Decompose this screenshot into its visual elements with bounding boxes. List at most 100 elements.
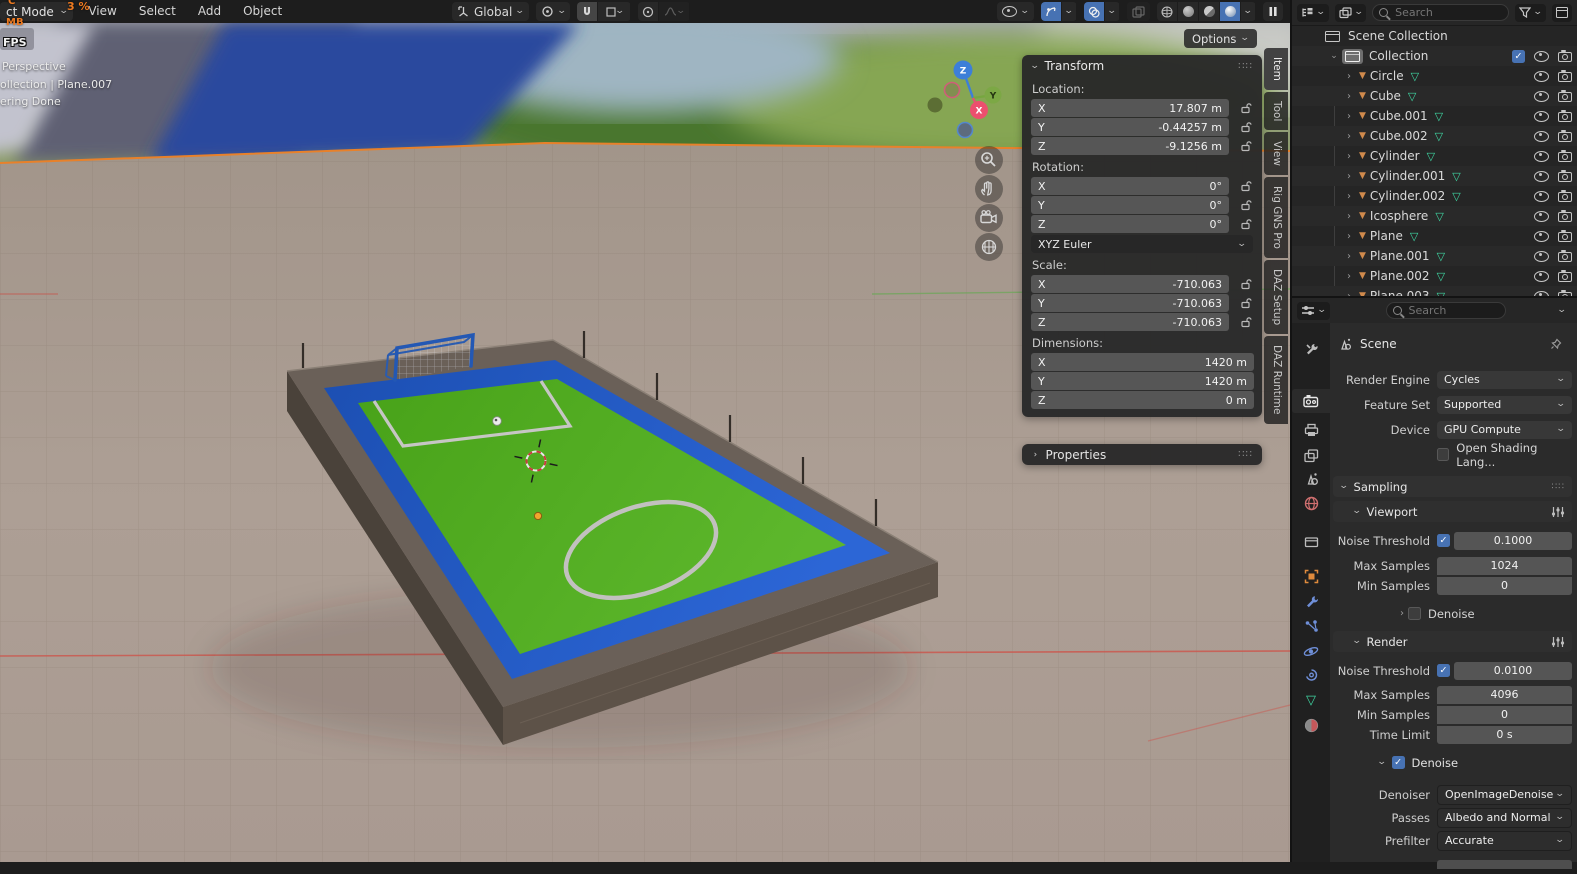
expand-chevron-icon[interactable]: › bbox=[1343, 191, 1355, 202]
transform-panel-header[interactable]: ⌄ Transform ∷∷ bbox=[1022, 55, 1262, 77]
passes-dropdown[interactable]: Albedo and Normal ⌄ bbox=[1437, 807, 1572, 828]
tab-collection[interactable] bbox=[1292, 530, 1330, 554]
tab-tool[interactable]: Tool bbox=[1264, 91, 1288, 131]
snap-toggle[interactable] bbox=[577, 2, 599, 21]
camera-visibility-icon[interactable] bbox=[1558, 70, 1572, 82]
noise-threshold-field[interactable]: 0.0100 bbox=[1454, 661, 1572, 680]
camera-visibility-icon[interactable] bbox=[1558, 210, 1572, 222]
list-item[interactable]: › ▼ Cylinder ▽ bbox=[1292, 146, 1577, 166]
show-gizmos-toggle[interactable] bbox=[1041, 2, 1062, 21]
orthographic-toggle-button[interactable] bbox=[975, 233, 1003, 261]
gizmo-z-label[interactable]: Z bbox=[960, 67, 967, 77]
min-samples-field[interactable]: 0 bbox=[1437, 705, 1572, 724]
rotation-x-field[interactable]: X 0° bbox=[1031, 177, 1229, 195]
expand-chevron-icon[interactable]: › bbox=[1343, 271, 1355, 282]
camera-visibility-icon[interactable] bbox=[1558, 170, 1572, 182]
camera-visibility-icon[interactable] bbox=[1558, 190, 1572, 202]
3d-viewport[interactable]: Z Y X ct Mode ⌄ View Select Add Object G… bbox=[0, 0, 1290, 862]
hide-eye-icon[interactable] bbox=[1534, 130, 1549, 142]
device-dropdown[interactable]: GPU Compute ⌄ bbox=[1437, 420, 1572, 439]
transform-orientation-dropdown[interactable]: Global ⌄ bbox=[452, 2, 529, 21]
tab-modifiers[interactable] bbox=[1292, 589, 1330, 613]
collection-row[interactable]: ⌄ Collection ✓ bbox=[1292, 46, 1577, 66]
lock-icon[interactable] bbox=[1238, 316, 1254, 328]
expand-chevron-icon[interactable]: › bbox=[1343, 231, 1355, 242]
lock-icon[interactable] bbox=[1238, 121, 1254, 133]
expand-chevron-icon[interactable]: › bbox=[1343, 151, 1355, 162]
presets-icon[interactable] bbox=[1551, 506, 1565, 518]
tab-world[interactable] bbox=[1292, 491, 1330, 515]
tab-data[interactable]: ▽ bbox=[1292, 688, 1330, 712]
pin-icon[interactable] bbox=[1550, 338, 1562, 350]
camera-visibility-icon[interactable] bbox=[1558, 130, 1572, 142]
options-button[interactable]: Options ⌄ bbox=[1184, 29, 1257, 48]
list-item[interactable]: › ▼ Cylinder.002 ▽ bbox=[1292, 186, 1577, 206]
camera-visibility-icon[interactable] bbox=[1558, 230, 1572, 242]
camera-visibility-icon[interactable] bbox=[1558, 90, 1572, 102]
min-samples-field[interactable]: 0 bbox=[1437, 576, 1572, 595]
expand-chevron-icon[interactable]: › bbox=[1343, 71, 1355, 82]
presets-icon[interactable] bbox=[1551, 636, 1565, 648]
object-origin-dot[interactable] bbox=[533, 511, 543, 521]
proportional-falloff-dropdown[interactable]: ⌄ bbox=[659, 2, 691, 21]
expand-chevron-icon[interactable]: › bbox=[1343, 171, 1355, 182]
menu-add[interactable]: Add bbox=[187, 0, 232, 23]
properties-collapsed-panel[interactable]: ⌄ Properties ∷∷ bbox=[1022, 444, 1262, 465]
location-z-field[interactable]: Z -9.1256 m bbox=[1031, 137, 1229, 155]
xray-toggle[interactable] bbox=[1127, 2, 1150, 21]
dimensions-y-field[interactable]: Y 1420 m bbox=[1031, 372, 1254, 390]
tab-particles[interactable] bbox=[1292, 614, 1330, 638]
lock-icon[interactable] bbox=[1238, 102, 1254, 114]
max-samples-field[interactable]: 1024 bbox=[1437, 556, 1572, 575]
snap-mode-dropdown[interactable]: ⌄ bbox=[598, 2, 632, 21]
lock-icon[interactable] bbox=[1238, 218, 1254, 230]
time-limit-field[interactable]: 0 s bbox=[1437, 725, 1572, 744]
hide-eye-icon[interactable] bbox=[1534, 70, 1549, 82]
clipped-field[interactable] bbox=[1437, 860, 1572, 869]
feature-set-dropdown[interactable]: Supported ⌄ bbox=[1437, 395, 1572, 414]
tab-object[interactable] bbox=[1292, 564, 1330, 588]
outliner-search[interactable] bbox=[1372, 4, 1510, 21]
tab-item[interactable]: Item bbox=[1264, 48, 1288, 90]
viewport-subpanel-header[interactable]: ⌄ Viewport bbox=[1333, 501, 1572, 522]
list-item[interactable]: › ▼ Cube ▽ bbox=[1292, 86, 1577, 106]
shading-material-button[interactable] bbox=[1199, 2, 1220, 21]
menu-object[interactable]: Object bbox=[232, 0, 293, 23]
lock-icon[interactable] bbox=[1238, 278, 1254, 290]
pan-hand-button[interactable] bbox=[975, 175, 1003, 203]
properties-search[interactable] bbox=[1385, 302, 1506, 319]
osl-checkbox[interactable] bbox=[1437, 448, 1450, 461]
expand-chevron-icon[interactable]: › bbox=[1343, 111, 1355, 122]
location-y-field[interactable]: Y -0.44257 m bbox=[1031, 118, 1229, 136]
lock-icon[interactable] bbox=[1238, 199, 1254, 211]
list-item[interactable]: › ▼ Icosphere ▽ bbox=[1292, 206, 1577, 226]
scale-x-field[interactable]: X -710.063 bbox=[1031, 275, 1229, 293]
camera-visibility-icon[interactable] bbox=[1558, 110, 1572, 122]
lock-icon[interactable] bbox=[1238, 180, 1254, 192]
list-item[interactable]: › ▼ Plane.001 ▽ bbox=[1292, 246, 1577, 266]
editor-type-dropdown[interactable]: ⌄ bbox=[1297, 3, 1329, 22]
tab-material[interactable] bbox=[1292, 713, 1330, 737]
list-item[interactable]: › ▼ Cube.002 ▽ bbox=[1292, 126, 1577, 146]
pivot-point-dropdown[interactable]: ⌄ bbox=[535, 2, 571, 21]
denoise-checkbox[interactable]: ✓ bbox=[1391, 756, 1405, 769]
shading-dropdown[interactable]: ⌄ bbox=[1241, 2, 1256, 21]
search-input[interactable] bbox=[1372, 4, 1510, 21]
list-item[interactable]: › ▼ Plane.002 ▽ bbox=[1292, 266, 1577, 286]
scale-y-field[interactable]: Y -710.063 bbox=[1031, 294, 1229, 312]
render-subpanel-header[interactable]: ⌄ Render bbox=[1333, 631, 1572, 652]
collapse-chevron-icon[interactable]: ⌄ bbox=[1377, 758, 1387, 767]
lock-icon[interactable] bbox=[1238, 140, 1254, 152]
display-mode-dropdown[interactable]: ⌄ bbox=[1334, 3, 1367, 22]
hide-eye-icon[interactable] bbox=[1534, 150, 1549, 162]
dimensions-x-field[interactable]: X 1420 m bbox=[1031, 353, 1254, 371]
tab-view[interactable]: View bbox=[1264, 132, 1288, 176]
list-item[interactable]: › ▼ Cylinder.001 ▽ bbox=[1292, 166, 1577, 186]
hide-eye-icon[interactable] bbox=[1534, 270, 1549, 282]
collection-checkbox[interactable]: ✓ bbox=[1512, 49, 1525, 63]
drag-handle-icon[interactable]: ∷∷ bbox=[1552, 482, 1565, 492]
hide-eye-icon[interactable] bbox=[1534, 50, 1549, 62]
list-item[interactable]: › ▼ Circle ▽ bbox=[1292, 66, 1577, 86]
dimensions-z-field[interactable]: Z0 m bbox=[1031, 391, 1254, 409]
expand-chevron-icon[interactable]: › bbox=[1343, 91, 1355, 102]
